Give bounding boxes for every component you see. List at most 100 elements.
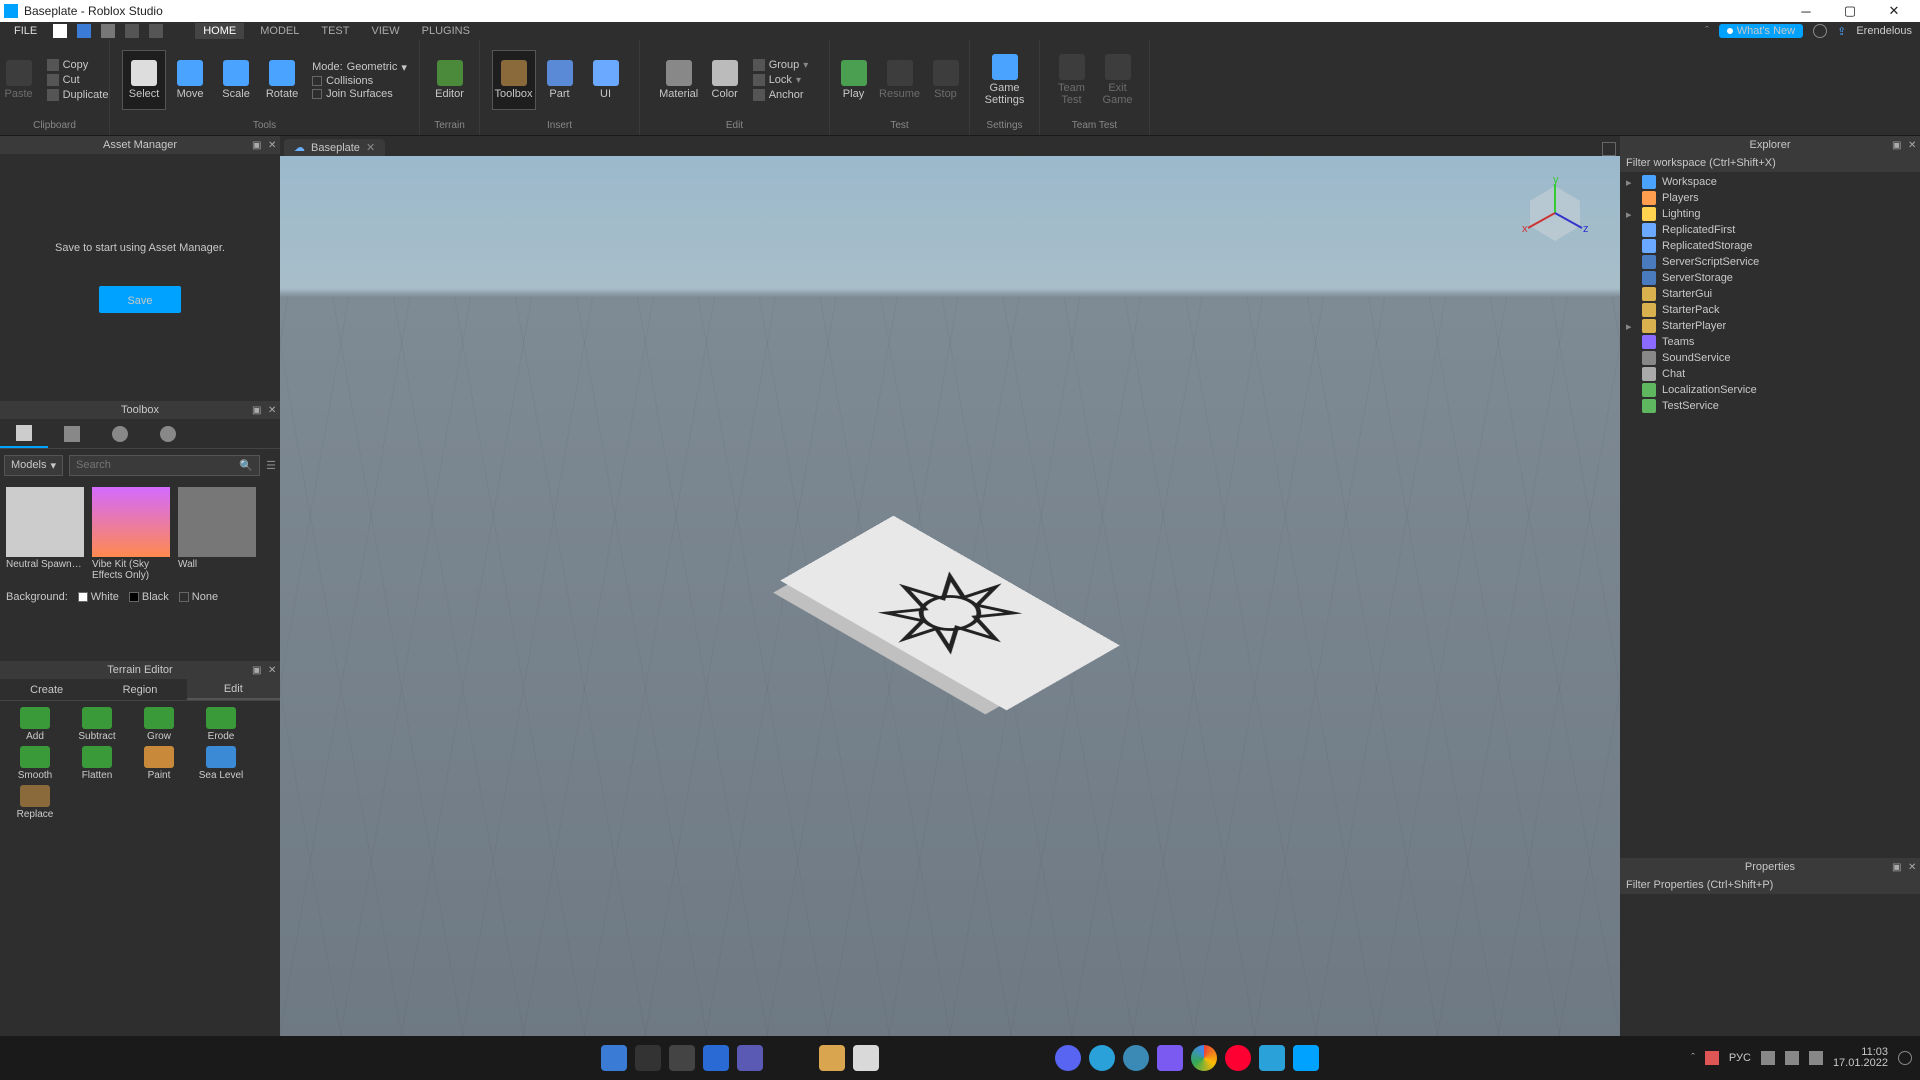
select-button[interactable]: Select xyxy=(122,50,166,110)
undock-icon[interactable]: ▣ xyxy=(252,405,262,415)
qat-redo-icon[interactable] xyxy=(149,24,163,38)
tree-node[interactable]: ▸Lighting xyxy=(1622,206,1918,222)
terrain-tool-paint[interactable]: Paint xyxy=(130,746,188,781)
tree-node[interactable]: StarterGui xyxy=(1622,286,1918,302)
search-field[interactable] xyxy=(76,459,239,471)
join-surfaces-toggle[interactable]: Join Surfaces xyxy=(312,88,407,100)
terrain-header[interactable]: Terrain Editor ▣✕ xyxy=(0,661,280,679)
toolbox-button[interactable]: Toolbox xyxy=(492,50,536,110)
expand-icon[interactable]: ▸ xyxy=(1626,208,1636,221)
close-icon[interactable]: ✕ xyxy=(268,665,278,675)
terrain-tool-add[interactable]: Add xyxy=(6,707,64,742)
resume-button[interactable]: Resume xyxy=(878,50,922,110)
terrain-tool-flatten[interactable]: Flatten xyxy=(68,746,126,781)
tree-node[interactable]: Teams xyxy=(1622,334,1918,350)
share-icon[interactable]: ⇪ xyxy=(1837,25,1846,38)
toolbox-search-input[interactable]: 🔍 xyxy=(69,455,260,476)
menu-file[interactable]: FILE xyxy=(8,25,43,37)
tab-model[interactable]: MODEL xyxy=(254,25,305,37)
color-button[interactable]: Color xyxy=(703,50,747,110)
wifi-icon[interactable] xyxy=(1761,1051,1775,1065)
qat-save-icon[interactable] xyxy=(101,24,115,38)
asset-item[interactable]: Neutral Spawn… xyxy=(6,487,84,581)
expand-icon[interactable]: ▸ xyxy=(1626,176,1636,189)
qat-lookup-icon[interactable] xyxy=(77,24,91,38)
terrain-tool-sea-level[interactable]: Sea Level xyxy=(192,746,250,781)
ribbon-collapse-icon[interactable]: ˆ xyxy=(1705,25,1709,37)
orientation-gizmo[interactable]: yxz xyxy=(1520,176,1590,246)
terrain-editor-button[interactable]: Editor xyxy=(428,50,472,110)
viewport-3d[interactable]: yxz xyxy=(280,156,1620,1038)
notifications-icon[interactable] xyxy=(1898,1051,1912,1065)
obsidian-icon[interactable] xyxy=(1157,1045,1183,1071)
scene-tab[interactable]: ☁ Baseplate ✕ xyxy=(284,139,385,156)
whats-new-button[interactable]: What's New xyxy=(1719,24,1803,38)
tray-chevron-icon[interactable]: ˆ xyxy=(1691,1052,1695,1064)
exit-game-button[interactable]: Exit Game xyxy=(1096,50,1140,110)
move-button[interactable]: Move xyxy=(168,50,212,110)
tab-creations[interactable] xyxy=(144,419,192,448)
undock-icon[interactable]: ▣ xyxy=(1892,140,1902,150)
mode-dropdown[interactable]: Mode:Geometric▾ xyxy=(312,61,407,74)
username-label[interactable]: Erendelous xyxy=(1856,25,1912,37)
expand-icon[interactable]: ▸ xyxy=(1626,320,1636,333)
filter-icon[interactable]: ☰ xyxy=(266,459,276,472)
tab-marketplace[interactable] xyxy=(0,419,48,448)
collisions-toggle[interactable]: Collisions xyxy=(312,75,407,87)
volume-icon[interactable] xyxy=(1785,1051,1799,1065)
roblox-studio-icon[interactable] xyxy=(1293,1045,1319,1071)
bg-none[interactable]: None xyxy=(179,591,218,603)
tree-node[interactable]: Chat xyxy=(1622,366,1918,382)
ui-button[interactable]: UI xyxy=(584,50,628,110)
search-icon[interactable] xyxy=(635,1045,661,1071)
tab-test[interactable]: TEST xyxy=(315,25,355,37)
properties-filter[interactable]: Filter Properties (Ctrl+Shift+P) xyxy=(1620,876,1920,894)
bg-white[interactable]: White xyxy=(78,591,119,603)
category-dropdown[interactable]: Models▾ xyxy=(4,455,63,476)
explorer-header[interactable]: Explorer ▣✕ xyxy=(1620,136,1920,154)
tab-inventory[interactable] xyxy=(48,419,96,448)
scale-button[interactable]: Scale xyxy=(214,50,258,110)
close-icon[interactable]: ✕ xyxy=(268,140,278,150)
save-button[interactable]: Save xyxy=(99,286,180,313)
bg-black[interactable]: Black xyxy=(129,591,169,603)
chat-icon[interactable] xyxy=(737,1045,763,1071)
discord-icon[interactable] xyxy=(1055,1045,1081,1071)
tree-node[interactable]: ▸Workspace xyxy=(1622,174,1918,190)
part-button[interactable]: Part xyxy=(538,50,582,110)
battery-icon[interactable] xyxy=(1809,1051,1823,1065)
terrain-tab-create[interactable]: Create xyxy=(0,679,93,700)
search-icon[interactable]: 🔍 xyxy=(239,459,253,472)
close-button[interactable]: ✕ xyxy=(1872,0,1916,22)
terrain-tool-smooth[interactable]: Smooth xyxy=(6,746,64,781)
explorer-filter[interactable]: Filter workspace (Ctrl+Shift+X) xyxy=(1620,154,1920,172)
terrain-tool-grow[interactable]: Grow xyxy=(130,707,188,742)
undock-icon[interactable]: ▣ xyxy=(252,140,262,150)
minimize-button[interactable]: ─ xyxy=(1784,0,1828,22)
undock-icon[interactable]: ▣ xyxy=(1892,862,1902,872)
weather-icon[interactable] xyxy=(1705,1051,1719,1065)
asset-manager-header[interactable]: Asset Manager ▣✕ xyxy=(0,136,280,154)
lock-button[interactable]: Lock ▾ xyxy=(749,73,813,87)
qbit-icon[interactable] xyxy=(1123,1045,1149,1071)
store-icon[interactable] xyxy=(853,1045,879,1071)
terrain-tool-replace[interactable]: Replace xyxy=(6,785,64,820)
close-tab-icon[interactable]: ✕ xyxy=(366,141,375,154)
start-icon[interactable] xyxy=(601,1045,627,1071)
tree-node[interactable]: ▸StarterPlayer xyxy=(1622,318,1918,334)
undock-icon[interactable]: ▣ xyxy=(252,665,262,675)
fullscreen-icon[interactable] xyxy=(1602,142,1616,156)
close-icon[interactable]: ✕ xyxy=(1908,140,1918,150)
telegram-icon[interactable] xyxy=(1089,1045,1115,1071)
tree-node[interactable]: ReplicatedStorage xyxy=(1622,238,1918,254)
widgets-icon[interactable] xyxy=(703,1045,729,1071)
help-icon[interactable] xyxy=(1813,24,1827,38)
tab-plugins[interactable]: PLUGINS xyxy=(416,25,476,37)
tab-home[interactable]: HOME xyxy=(195,23,244,39)
toolbox-header[interactable]: Toolbox ▣✕ xyxy=(0,401,280,419)
terrain-tool-subtract[interactable]: Subtract xyxy=(68,707,126,742)
tree-node[interactable]: SoundService xyxy=(1622,350,1918,366)
asset-item[interactable]: Wall xyxy=(178,487,256,581)
team-test-button[interactable]: Team Test xyxy=(1050,50,1094,110)
app-icon[interactable] xyxy=(1259,1045,1285,1071)
